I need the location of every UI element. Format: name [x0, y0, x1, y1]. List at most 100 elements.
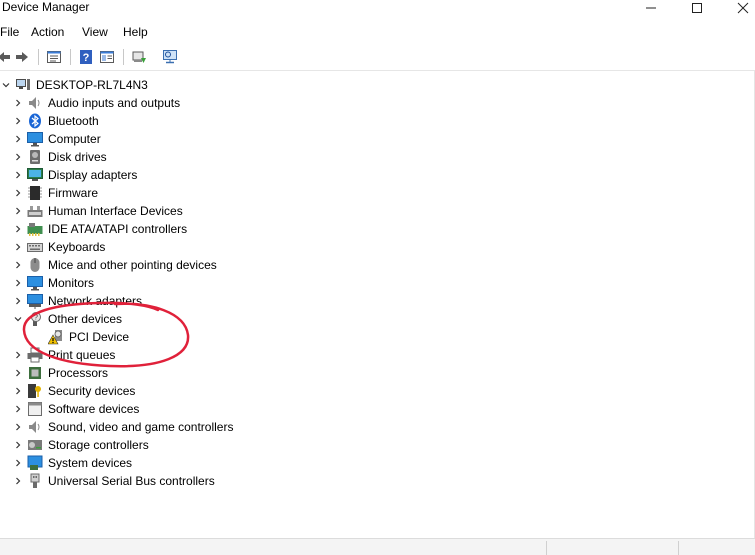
chevron-right-icon[interactable] [12, 400, 24, 418]
chevron-right-icon[interactable] [12, 292, 24, 310]
tree-label: Universal Serial Bus controllers [48, 474, 215, 488]
minimize-button[interactable] [628, 0, 674, 16]
maximize-button[interactable] [674, 0, 720, 16]
system-device-icon [27, 455, 43, 471]
tree-category-processors[interactable]: Processors [12, 364, 108, 382]
tree-category-usb[interactable]: Universal Serial Bus controllers [12, 472, 215, 490]
tree-category-audio[interactable]: Audio inputs and outputs [12, 94, 180, 112]
chevron-right-icon[interactable] [12, 112, 24, 130]
chevron-right-icon[interactable] [12, 94, 24, 112]
tree-label: Keyboards [48, 240, 106, 254]
display-adapter-icon [27, 167, 43, 183]
tree-label: System devices [48, 456, 133, 470]
chevron-right-icon[interactable] [12, 256, 24, 274]
help-button[interactable]: ? [76, 47, 96, 67]
warning-device-icon [48, 329, 64, 345]
tree-root[interactable]: DESKTOP-RL7L4N3 [0, 76, 148, 94]
tree-category-disk-drives[interactable]: Disk drives [12, 148, 107, 166]
hid-icon [27, 203, 43, 219]
show-hide-console-tree-icon [100, 51, 114, 63]
printer-icon [27, 347, 43, 363]
chevron-right-icon[interactable] [12, 454, 24, 472]
network-adapter-icon [27, 293, 43, 309]
tree-category-other-devices[interactable]: ? Other devices [12, 310, 122, 328]
chevron-right-icon[interactable] [12, 346, 24, 364]
tree-category-network-adapters[interactable]: Network adapters [12, 292, 142, 310]
tree-category-ide[interactable]: IDE ATA/ATAPI controllers [12, 220, 187, 238]
tree-label: PCI Device [69, 330, 130, 344]
menu-bar: File Action View Help [0, 22, 755, 42]
tree-label: Computer [48, 132, 101, 146]
maximize-icon [692, 3, 702, 13]
tree-label: Sound, video and game controllers [48, 420, 234, 434]
chevron-right-icon[interactable] [12, 274, 24, 292]
tree-category-firmware[interactable]: Firmware [12, 184, 98, 202]
status-separator [546, 541, 547, 555]
processor-icon [27, 365, 43, 381]
svg-text:?: ? [34, 315, 38, 322]
tree-category-system-devices[interactable]: System devices [12, 454, 132, 472]
chevron-right-icon[interactable] [12, 184, 24, 202]
tree-category-monitors[interactable]: Monitors [12, 274, 94, 292]
chevron-right-icon[interactable] [12, 238, 24, 256]
chevron-down-icon[interactable] [12, 310, 24, 328]
chevron-right-icon[interactable] [12, 436, 24, 454]
ide-controller-icon [27, 221, 43, 237]
tree-label: Bluetooth [48, 114, 99, 128]
chevron-right-icon[interactable] [12, 166, 24, 184]
tree-label: Human Interface Devices [48, 204, 183, 218]
tree-category-hid[interactable]: Human Interface Devices [12, 202, 183, 220]
svg-text:?: ? [83, 52, 90, 64]
security-key-icon [27, 383, 43, 399]
forward-button[interactable] [12, 47, 32, 67]
storage-controller-icon [27, 437, 43, 453]
title-bar: Device Manager [0, 0, 755, 20]
chevron-right-icon[interactable] [12, 220, 24, 238]
tree-category-computer[interactable]: Computer [12, 130, 101, 148]
monitor-icon [27, 275, 43, 291]
status-bar [0, 538, 755, 555]
chevron-right-icon[interactable] [12, 382, 24, 400]
menu-action[interactable]: Action [31, 25, 64, 39]
chevron-right-icon[interactable] [12, 130, 24, 148]
bluetooth-icon [27, 113, 43, 129]
tree-label: Security devices [48, 384, 136, 398]
tree-root-label: DESKTOP-RL7L4N3 [36, 78, 148, 92]
tree-category-security-devices[interactable]: Security devices [12, 382, 135, 400]
show-hide-console-tree-button[interactable] [97, 47, 117, 67]
chevron-down-icon[interactable] [0, 76, 12, 94]
properties-button[interactable] [44, 47, 64, 67]
toolbar: ? [0, 44, 755, 71]
update-driver-button[interactable] [129, 47, 149, 67]
chevron-right-icon[interactable] [12, 364, 24, 382]
menu-help[interactable]: Help [123, 25, 148, 39]
scan-hardware-button[interactable] [160, 47, 180, 67]
tree-label: Print queues [48, 348, 116, 362]
chevron-right-icon[interactable] [12, 148, 24, 166]
tree-category-print-queues[interactable]: Print queues [12, 346, 115, 364]
tree-category-sound[interactable]: Sound, video and game controllers [12, 418, 233, 436]
tree-label: Firmware [48, 186, 98, 200]
keyboard-icon [27, 239, 43, 255]
window-title: Device Manager [2, 0, 90, 14]
tree-label: Software devices [48, 402, 140, 416]
tree-category-bluetooth[interactable]: Bluetooth [12, 112, 99, 130]
toolbar-separator [70, 49, 71, 65]
forward-icon [16, 52, 28, 62]
toolbar-separator [38, 49, 39, 65]
chevron-right-icon[interactable] [12, 472, 24, 490]
tree-category-mice[interactable]: Mice and other pointing devices [12, 256, 217, 274]
tree-category-storage-controllers[interactable]: Storage controllers [12, 436, 149, 454]
tree-category-software-devices[interactable]: Software devices [12, 400, 139, 418]
tree-category-keyboards[interactable]: Keyboards [12, 238, 105, 256]
tree-item-pci-device[interactable]: PCI Device [48, 328, 129, 346]
status-separator [678, 541, 679, 555]
close-button[interactable] [720, 0, 755, 16]
chevron-right-icon[interactable] [12, 418, 24, 436]
tree-category-display-adapters[interactable]: Display adapters [12, 166, 137, 184]
menu-file[interactable]: File [0, 25, 19, 39]
update-driver-icon [132, 51, 146, 63]
chevron-right-icon[interactable] [12, 202, 24, 220]
menu-view[interactable]: View [82, 25, 108, 39]
back-icon [0, 52, 10, 62]
